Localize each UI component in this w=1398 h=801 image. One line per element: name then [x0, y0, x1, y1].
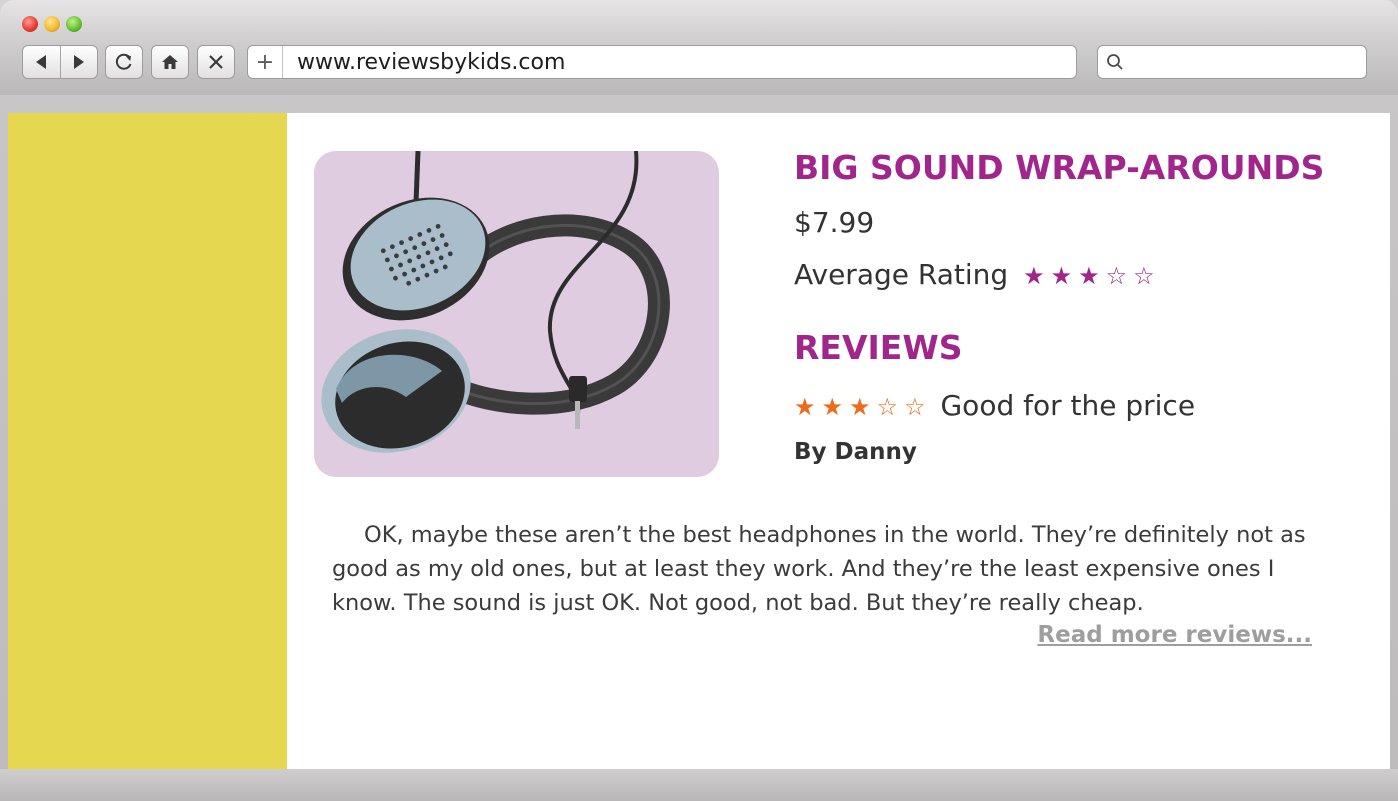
page-viewport: BIG SOUND WRAP-AROUNDS $7.99 Average Rat… — [8, 113, 1390, 769]
star-filled-icon: ★ — [821, 393, 844, 421]
reload-icon — [115, 53, 132, 70]
window-bottom-bar — [0, 769, 1398, 801]
star-filled-icon: ★ — [849, 393, 871, 421]
window-controls — [22, 16, 82, 32]
back-forward-group — [22, 45, 98, 79]
product-price: $7.99 — [794, 206, 875, 239]
back-arrow-icon — [36, 55, 47, 69]
star-empty-icon: ☆ — [904, 393, 926, 421]
headphones-icon — [321, 151, 670, 453]
zoom-window-button[interactable] — [66, 16, 82, 32]
minimize-window-button[interactable] — [44, 16, 60, 32]
star-filled-icon: ★ — [1078, 262, 1100, 290]
star-empty-icon: ☆ — [1105, 262, 1128, 290]
search-icon — [1107, 54, 1123, 70]
average-rating-label: Average Rating — [794, 258, 1009, 291]
back-button[interactable] — [23, 46, 60, 78]
product-image — [314, 151, 719, 477]
reviews-heading: REVIEWS — [794, 328, 963, 367]
browser-toolbar: + www.reviewsbykids.com — [0, 0, 1398, 95]
review-summary: ★ ★ ★ ☆ ☆ Good for the price — [794, 386, 1374, 427]
forward-arrow-icon — [73, 55, 84, 69]
home-icon — [162, 55, 178, 69]
url-text[interactable]: www.reviewsbykids.com — [283, 50, 565, 75]
sidebar — [8, 113, 287, 769]
average-rating: Average Rating ★ ★ ★ ☆ ☆ — [794, 255, 1374, 296]
star-filled-icon: ★ — [794, 393, 816, 421]
star-empty-icon: ☆ — [876, 393, 899, 421]
review-text: OK, maybe these aren’t the best headphon… — [332, 522, 1306, 616]
stop-button[interactable] — [197, 45, 235, 79]
review-headline: Good for the price — [940, 389, 1196, 422]
close-window-button[interactable] — [22, 16, 38, 32]
product-title: BIG SOUND WRAP-AROUNDS — [794, 148, 1325, 187]
home-button[interactable] — [151, 45, 189, 79]
average-rating-stars: ★ ★ ★ ☆ ☆ — [1017, 258, 1155, 291]
review-author: By Danny — [794, 439, 917, 465]
read-more-reviews-link[interactable]: Read more reviews... — [1037, 622, 1312, 648]
review-rating-stars: ★ ★ ★ ☆ ☆ — [794, 389, 932, 422]
close-icon — [209, 55, 223, 69]
star-filled-icon: ★ — [1050, 262, 1073, 290]
new-tab-button[interactable]: + — [248, 46, 283, 78]
star-filled-icon: ★ — [1023, 262, 1045, 290]
forward-button[interactable] — [59, 46, 98, 78]
star-empty-icon: ☆ — [1133, 262, 1155, 290]
product-details: BIG SOUND WRAP-AROUNDS $7.99 Average Rat… — [794, 143, 1374, 469]
browser-window: + www.reviewsbykids.com BIG SOUND WRAP-A… — [0, 0, 1398, 801]
search-field[interactable] — [1097, 45, 1367, 79]
address-bar[interactable]: + www.reviewsbykids.com — [247, 45, 1077, 79]
reload-button[interactable] — [105, 45, 143, 79]
